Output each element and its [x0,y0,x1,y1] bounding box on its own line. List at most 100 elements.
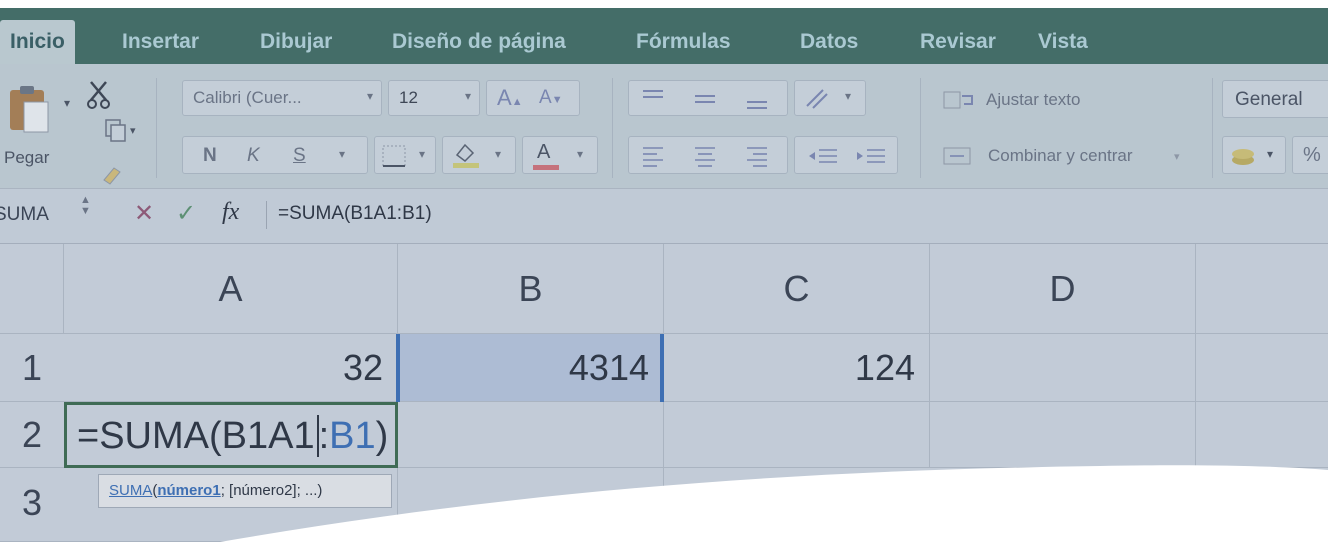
cell-a1[interactable]: 32 [64,334,398,402]
cut-scissors-icon[interactable] [86,80,112,110]
font-color-button[interactable]: A ▾ [522,136,598,174]
orientation-button[interactable]: ▾ [794,80,866,116]
tab-inicio[interactable]: Inicio [0,20,75,64]
caret-up-icon: ▲ [511,96,523,108]
fill-color-button[interactable]: ▾ [442,136,516,174]
name-box[interactable]: SUMA [0,204,49,226]
bold-button[interactable]: N [203,145,217,167]
wrap-text-icon [943,91,973,109]
chevron-down-icon: ▾ [419,147,426,161]
separator [612,78,613,178]
confirm-check-icon[interactable]: ✓ [176,199,196,228]
column-header-d[interactable]: D [930,244,1196,334]
row-header-1[interactable]: 1 [0,334,64,402]
decrease-indent-icon[interactable] [805,144,841,168]
column-header-e[interactable] [1196,244,1328,334]
formula-colon: : [318,415,330,457]
decrease-font-button[interactable]: A▼ [539,87,563,109]
column-header-a[interactable]: A [64,244,398,334]
font-size-value: 12 [399,88,418,107]
chevron-down-icon: ▾ [495,147,502,161]
formula-close-paren: ) [375,415,389,457]
name-box-stepper-icon[interactable]: ▲ ▼ [80,195,91,217]
cell-b3[interactable] [398,468,664,542]
underline-dropdown-icon[interactable]: ▾ [339,147,345,161]
percent-button[interactable]: % [1292,136,1328,174]
tab-dibujar[interactable]: Dibujar [260,22,332,64]
align-right-icon[interactable] [745,144,771,168]
accounting-format-button[interactable]: ▾ [1222,136,1286,174]
align-bottom-icon[interactable] [745,88,771,110]
vertical-align-group [628,80,788,116]
chevron-down-icon: ▾ [577,147,584,161]
clipboard-icon [10,86,49,133]
cell-e1[interactable] [1196,334,1328,402]
caret-down-icon: ▼ [551,94,563,106]
tooltip-function-link[interactable]: SUMA [109,482,152,499]
text-style-group: N K S ▾ [182,136,368,174]
insert-function-icon[interactable]: fx [222,199,239,226]
wrap-text-button[interactable]: Ajustar texto [942,86,1142,116]
merge-center-button[interactable]: Combinar y centrar ▾ [942,142,1202,172]
cell-c1[interactable]: 124 [664,334,930,402]
excel-window: Inicio Insertar Dibujar Diseño de página… [0,0,1328,542]
tab-vista[interactable]: Vista [1038,22,1088,64]
window-top-strip [0,0,1328,8]
borders-button[interactable]: ▾ [374,136,436,174]
tooltip-arg1-link[interactable]: número1 [157,482,220,499]
align-top-icon[interactable] [641,88,667,110]
row-header-2[interactable]: 2 [0,402,64,468]
tab-revisar[interactable]: Revisar [920,22,996,64]
formula-input[interactable]: =SUMA(B1A1:B1) [278,203,432,225]
paste-button[interactable]: ▾ Pegar [0,74,80,174]
function-tooltip: SUMA(número1; [número2]; ...) [98,474,392,508]
cancel-x-icon[interactable]: ✕ [134,199,154,228]
cell-a2-editing[interactable]: =SUMA(B1A1:B1) [64,402,398,468]
merge-center-label: Combinar y centrar [988,146,1133,165]
row-header-3[interactable]: 3 [0,468,64,542]
paste-label: Pegar [4,148,50,167]
ribbon: ▾ Pegar ▾ Calibri (Cuer... ▾ 12 ▾ A▲ A▼ … [0,64,1328,188]
cell-c2[interactable] [664,402,930,468]
tab-insertar[interactable]: Insertar [122,22,199,64]
wrap-text-label: Ajustar texto [986,90,1081,109]
number-format-select[interactable]: General [1222,80,1328,118]
paste-dropdown-icon[interactable]: ▾ [64,96,70,110]
chevron-down-icon: ▾ [464,89,471,103]
separator [1212,78,1213,178]
copy-icon[interactable]: ▾ [104,118,138,144]
tab-datos[interactable]: Datos [800,22,858,64]
indent-group [794,136,898,174]
coins-icon [1232,149,1254,165]
cell-b2[interactable] [398,402,664,468]
merge-cells-icon [943,147,971,165]
cell-e2[interactable] [1196,402,1328,468]
align-middle-icon[interactable] [693,88,719,110]
percent-label: % [1303,144,1321,166]
chevron-down-icon: ▾ [366,89,373,103]
increase-indent-icon[interactable] [853,144,889,168]
align-left-icon[interactable] [641,144,667,168]
formula-bar: SUMA ▲ ▼ ✕ ✓ fx =SUMA(B1A1:B1) [0,188,1328,245]
increase-font-button[interactable]: A▲ [497,85,523,111]
align-center-icon[interactable] [693,144,719,168]
select-all-corner[interactable] [0,244,64,334]
format-painter-icon[interactable] [100,160,126,186]
font-name-select[interactable]: Calibri (Cuer... ▾ [182,80,382,116]
column-header-b[interactable]: B [398,244,664,334]
italic-button[interactable]: K [247,145,260,167]
cell-a2-content: =SUMA(B1A1:B1) [77,415,388,458]
cell-d1[interactable] [930,334,1196,402]
underline-button[interactable]: S [293,145,306,167]
cell-d2[interactable] [930,402,1196,468]
font-size-select[interactable]: 12 ▾ [388,80,480,116]
column-header-c[interactable]: C [664,244,930,334]
decrease-font-label: A [539,87,552,108]
chevron-down-icon: ▾ [1267,147,1274,161]
font-resize-group: A▲ A▼ [486,80,580,116]
font-name-value: Calibri (Cuer... [193,88,302,107]
range-reference-highlight [396,334,664,402]
formula-text: =SUMA(B1A1 [77,415,315,457]
tab-diseno-de-pagina[interactable]: Diseño de página [392,22,566,64]
tab-formulas[interactable]: Fórmulas [636,22,731,64]
